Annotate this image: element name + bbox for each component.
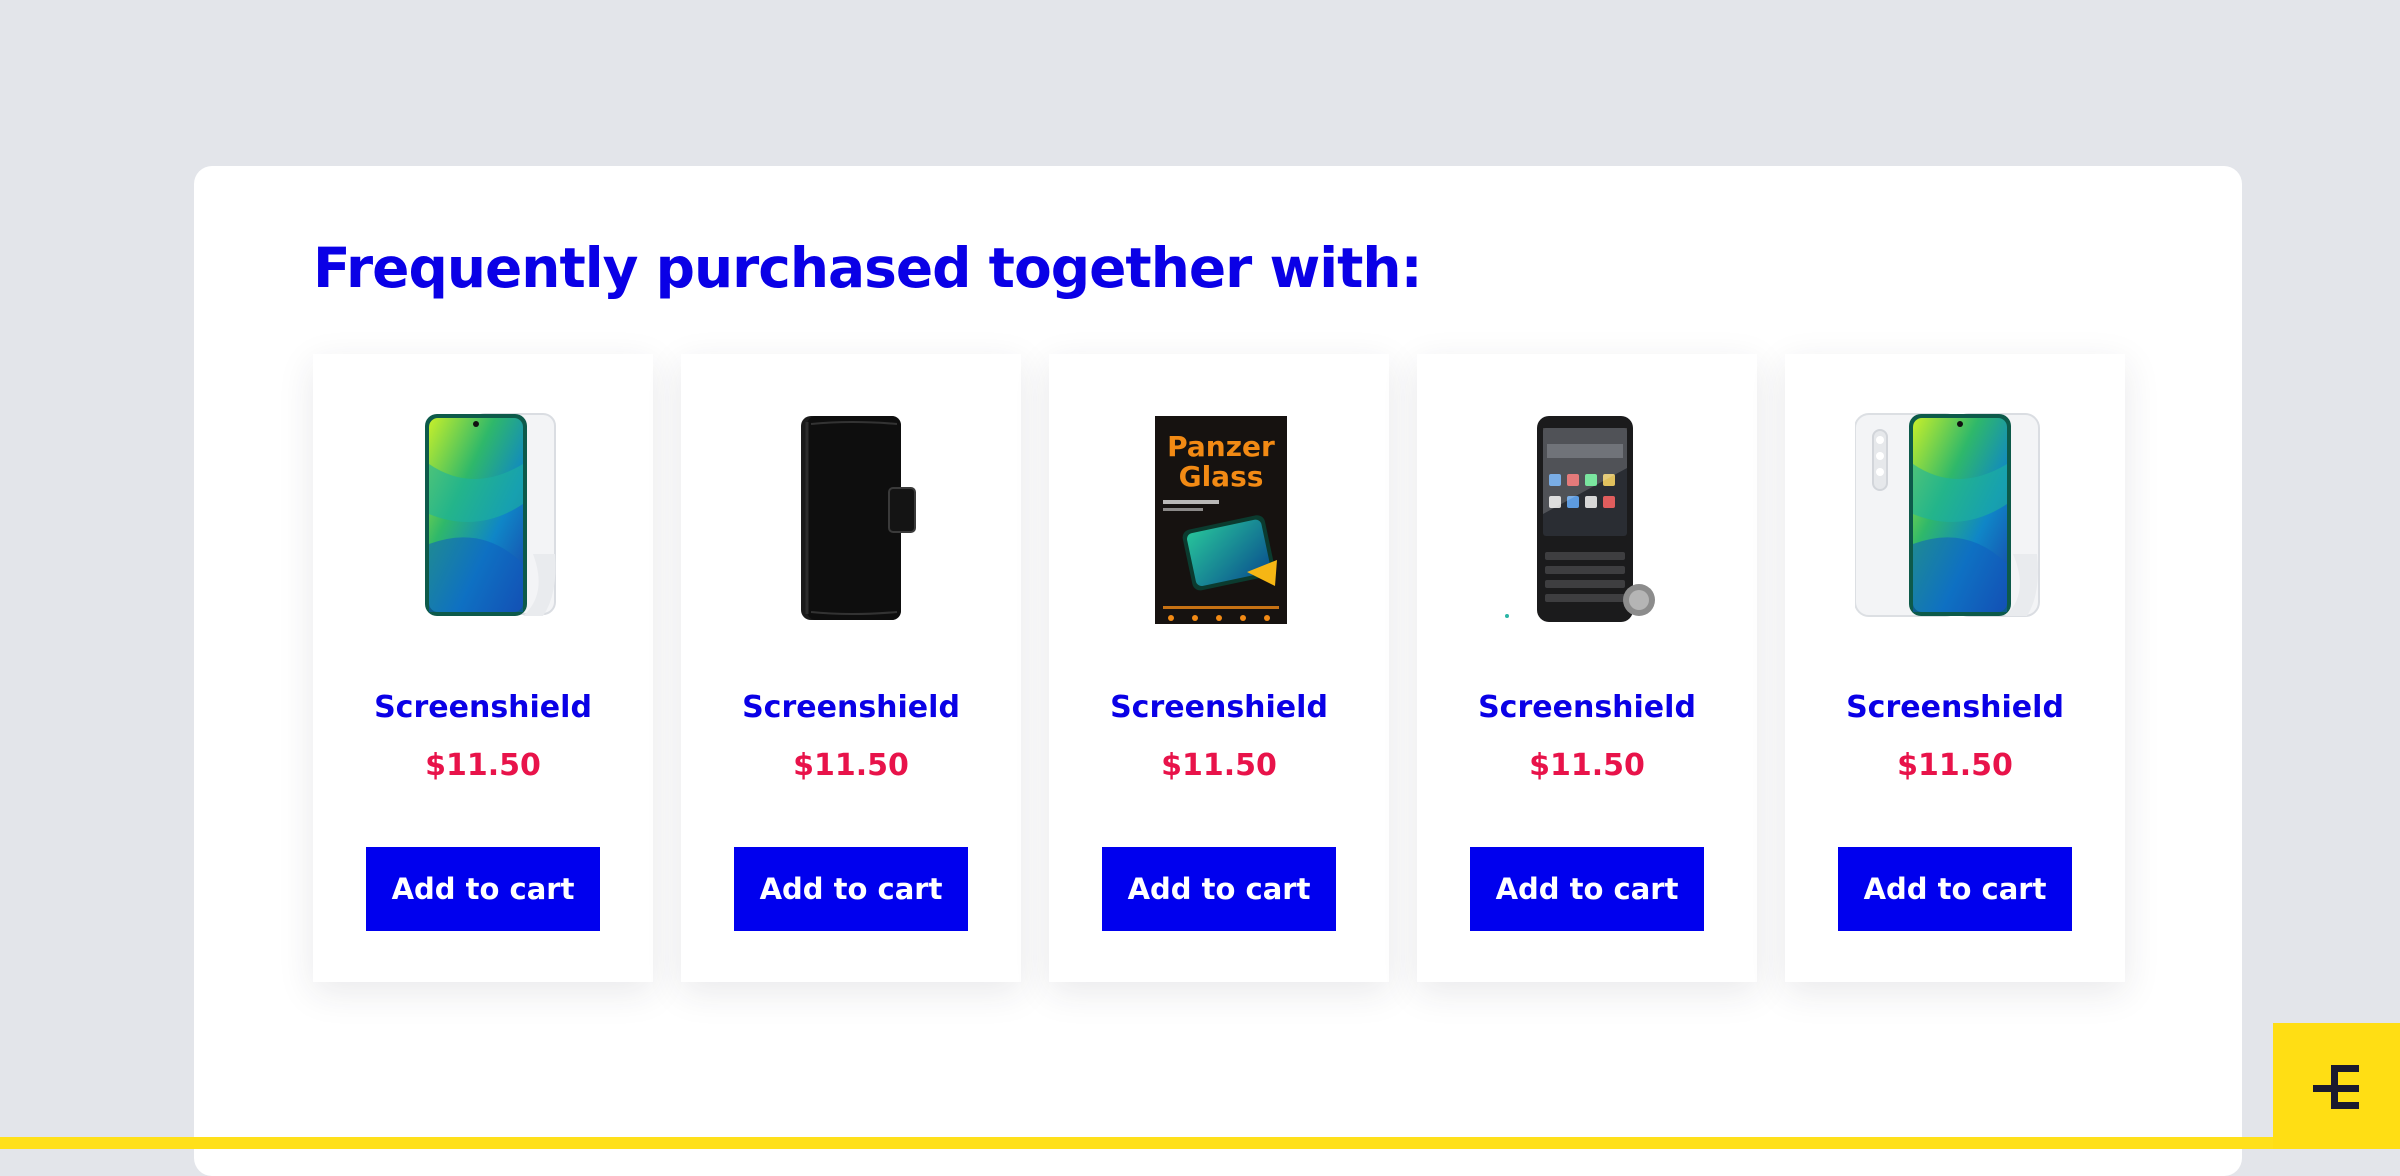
product-name[interactable]: Screenshield	[1417, 686, 1757, 730]
product-card[interactable]: Screenshield $11.50 Add to cart	[681, 354, 1021, 982]
product-name[interactable]: Screenshield	[1785, 686, 2125, 730]
product-name[interactable]: Screenshield	[1049, 686, 1389, 730]
phone-wallet-case-icon[interactable]	[751, 404, 951, 624]
product-name[interactable]: Screenshield	[313, 686, 653, 730]
product-card[interactable]: Screenshield $11.50 Add to cart	[1417, 354, 1757, 982]
add-to-cart-button[interactable]: Add to cart	[366, 847, 600, 931]
bottom-accent-bar	[0, 1137, 2400, 1149]
phone-full-body-protector-icon[interactable]	[1855, 404, 2055, 624]
keyboard-phone-protector-icon	[1505, 416, 1655, 622]
phone-screen-protector-icon[interactable]	[383, 404, 583, 624]
product-price: $11.50	[1161, 748, 1277, 783]
product-card[interactable]: Screenshield $11.50 Add to cart	[313, 354, 653, 982]
product-price: $11.50	[793, 748, 909, 783]
phone-full-body-protector-icon	[1855, 413, 2040, 617]
brand-badge[interactable]	[2273, 1023, 2400, 1149]
panzerglass-logo-text: Panzer	[1167, 430, 1275, 463]
keyboard-phone-protector-icon[interactable]	[1487, 404, 1687, 624]
panzerglass-logo-text: Glass	[1179, 460, 1264, 493]
phone-screen-protector-icon	[425, 413, 556, 616]
phone-wallet-case-icon	[801, 416, 916, 620]
panzerglass-package-icon: Panzer Glass	[1155, 416, 1287, 624]
add-to-cart-button[interactable]: Add to cart	[1102, 847, 1336, 931]
add-to-cart-button[interactable]: Add to cart	[1838, 847, 2072, 931]
brand-logo-icon	[2313, 1065, 2359, 1109]
add-to-cart-button[interactable]: Add to cart	[734, 847, 968, 931]
product-card[interactable]: Panzer Glass Screenshield $11.50 Add to …	[1049, 354, 1389, 982]
product-price: $11.50	[1529, 748, 1645, 783]
product-card[interactable]: Screenshield $11.50 Add to cart	[1785, 354, 2125, 982]
panzerglass-package-icon[interactable]: Panzer Glass	[1119, 404, 1319, 624]
product-price: $11.50	[425, 748, 541, 783]
section-title: Frequently purchased together with:	[313, 236, 1423, 300]
product-name[interactable]: Screenshield	[681, 686, 1021, 730]
add-to-cart-button[interactable]: Add to cart	[1470, 847, 1704, 931]
product-price: $11.50	[1897, 748, 2013, 783]
